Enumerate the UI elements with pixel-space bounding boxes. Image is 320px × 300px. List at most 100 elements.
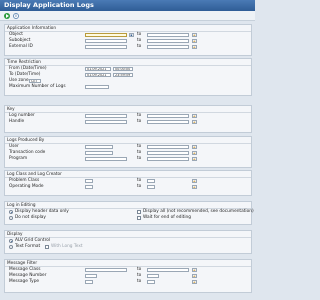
to-datetime-label: To (Date/Time) — [9, 72, 41, 77]
multiple-selection-icon[interactable]: ➔ — [192, 44, 197, 49]
handle-label: Handle — [9, 119, 25, 124]
from-time-field[interactable]: 00:00:00 — [113, 66, 133, 71]
option-label: Wait for end of editing — [143, 215, 191, 220]
program-from-field[interactable] — [85, 156, 127, 161]
multiple-selection-icon[interactable]: ➔ — [192, 38, 197, 43]
radio-alv-grid[interactable] — [9, 239, 13, 243]
checkbox-long-text[interactable] — [45, 245, 49, 249]
log-number-label: Log number — [9, 113, 35, 118]
option-label: With Long Text — [51, 244, 83, 249]
subobject-from-field[interactable] — [85, 38, 127, 43]
info-icon[interactable] — [13, 12, 19, 19]
radio-text-format[interactable] — [9, 245, 13, 249]
option-label: Display header data only — [15, 209, 69, 214]
object-to-field[interactable] — [147, 32, 189, 37]
to-label: to — [137, 267, 142, 272]
transaction-code-label: Transaction code — [9, 150, 46, 155]
to-time-field[interactable]: 23:59:59 — [113, 72, 133, 77]
checkbox-wait-end-editing[interactable] — [137, 216, 141, 220]
message-type-from-field[interactable] — [85, 279, 93, 284]
multiple-selection-icon[interactable]: ➔ — [192, 113, 197, 118]
subobject-label: Subobject — [9, 38, 31, 43]
message-type-label: Message Type — [9, 279, 40, 284]
multiple-selection-icon[interactable]: ➔ — [192, 150, 197, 155]
problem-class-to-field[interactable] — [147, 178, 155, 183]
multiple-selection-icon[interactable]: ➔ — [192, 178, 197, 183]
message-number-label: Message Number — [9, 273, 47, 278]
multiple-selection-icon[interactable]: ➔ — [192, 144, 197, 149]
user-label: User — [9, 144, 19, 149]
section-log-in-editing: Log in Editing Display header data only … — [4, 201, 254, 225]
zone-field[interactable]: CET — [29, 78, 41, 83]
handle-from-field[interactable] — [85, 119, 127, 124]
log-number-from-field[interactable] — [85, 113, 127, 118]
operating-mode-to-field[interactable] — [147, 184, 155, 189]
multiple-selection-icon[interactable]: ➔ — [192, 184, 197, 189]
external-id-from-field[interactable] — [85, 44, 127, 49]
to-label: to — [137, 156, 142, 161]
execute-icon[interactable] — [4, 12, 10, 19]
page-title: Display Application Logs — [4, 1, 94, 9]
transaction-to-field[interactable] — [147, 150, 189, 155]
to-label: to — [137, 178, 142, 183]
multiple-selection-icon[interactable]: ➔ — [192, 279, 197, 284]
log-number-to-field[interactable] — [147, 113, 189, 118]
max-logs-field[interactable] — [85, 84, 109, 89]
title-bar: Display Application Logs — [0, 0, 255, 11]
radio-do-not-display[interactable] — [9, 216, 13, 220]
checkbox-display-all[interactable] — [137, 210, 141, 214]
program-label: Program — [9, 156, 28, 161]
user-to-field[interactable] — [147, 144, 189, 149]
multiple-selection-icon[interactable]: ➔ — [192, 156, 197, 161]
to-date-field[interactable]: 01.09.2021 — [85, 72, 111, 77]
option-label: ALV Grid Control — [15, 238, 51, 243]
object-label: Object — [9, 32, 23, 37]
radio-display-header[interactable] — [9, 210, 13, 214]
max-logs-label: Maximum Number of Logs — [9, 84, 66, 89]
section-key: Key Log number to ➔ Handle to ➔ — [4, 105, 252, 133]
multiple-selection-icon[interactable]: ➔ — [192, 273, 197, 278]
toolbar — [0, 11, 255, 21]
to-label: to — [137, 44, 142, 49]
to-label: to — [137, 38, 142, 43]
message-number-from-field[interactable] — [85, 273, 97, 278]
option-label: Do not display — [15, 215, 46, 220]
problem-class-label: Problem Class — [9, 178, 40, 183]
section-message-filter: Message Filter Message Class to ➔ Messag… — [4, 259, 252, 293]
section-logs-produced-by: Logs Produced By User to ➔ Transaction c… — [4, 136, 252, 168]
user-from-field[interactable] — [85, 144, 113, 149]
from-datetime-label: From (Date/Time) — [9, 66, 47, 71]
section-log-class: Log Class and Log Creator Problem Class … — [4, 170, 252, 196]
handle-to-field[interactable] — [147, 119, 189, 124]
section-time-restriction: Time Restriction From (Date/Time) 01.09.… — [4, 58, 252, 96]
external-id-label: External ID — [9, 44, 33, 49]
message-type-to-field[interactable] — [147, 279, 155, 284]
to-label: to — [137, 279, 142, 284]
subobject-to-field[interactable] — [147, 38, 189, 43]
message-class-from-field[interactable] — [85, 267, 127, 272]
program-to-field[interactable] — [147, 156, 189, 161]
to-label: to — [137, 150, 142, 155]
object-from-field[interactable] — [85, 32, 127, 37]
use-zone-label: Use zone — [9, 78, 29, 83]
to-label: to — [137, 119, 142, 124]
message-class-to-field[interactable] — [147, 267, 189, 272]
multiple-selection-icon[interactable]: ➔ — [192, 32, 197, 37]
multiple-selection-icon[interactable]: ➔ — [192, 267, 197, 272]
to-label: to — [137, 184, 142, 189]
operating-mode-label: Operating Mode — [9, 184, 44, 189]
message-class-label: Message Class — [9, 267, 41, 272]
external-id-to-field[interactable] — [147, 44, 189, 49]
to-label: to — [137, 144, 142, 149]
to-label: to — [137, 113, 142, 118]
to-label: to — [137, 32, 142, 37]
multiple-selection-icon[interactable]: ➔ — [192, 119, 197, 124]
problem-class-from-field[interactable] — [85, 178, 93, 183]
transaction-from-field[interactable] — [85, 150, 113, 155]
message-number-to-field[interactable] — [147, 273, 159, 278]
to-label: to — [137, 273, 142, 278]
from-date-field[interactable]: 01.09.2021 — [85, 66, 111, 71]
option-label: Display all (not recommended, see docume… — [143, 209, 254, 214]
value-help-icon[interactable]: ▪ — [129, 32, 134, 37]
operating-mode-from-field[interactable] — [85, 184, 93, 189]
